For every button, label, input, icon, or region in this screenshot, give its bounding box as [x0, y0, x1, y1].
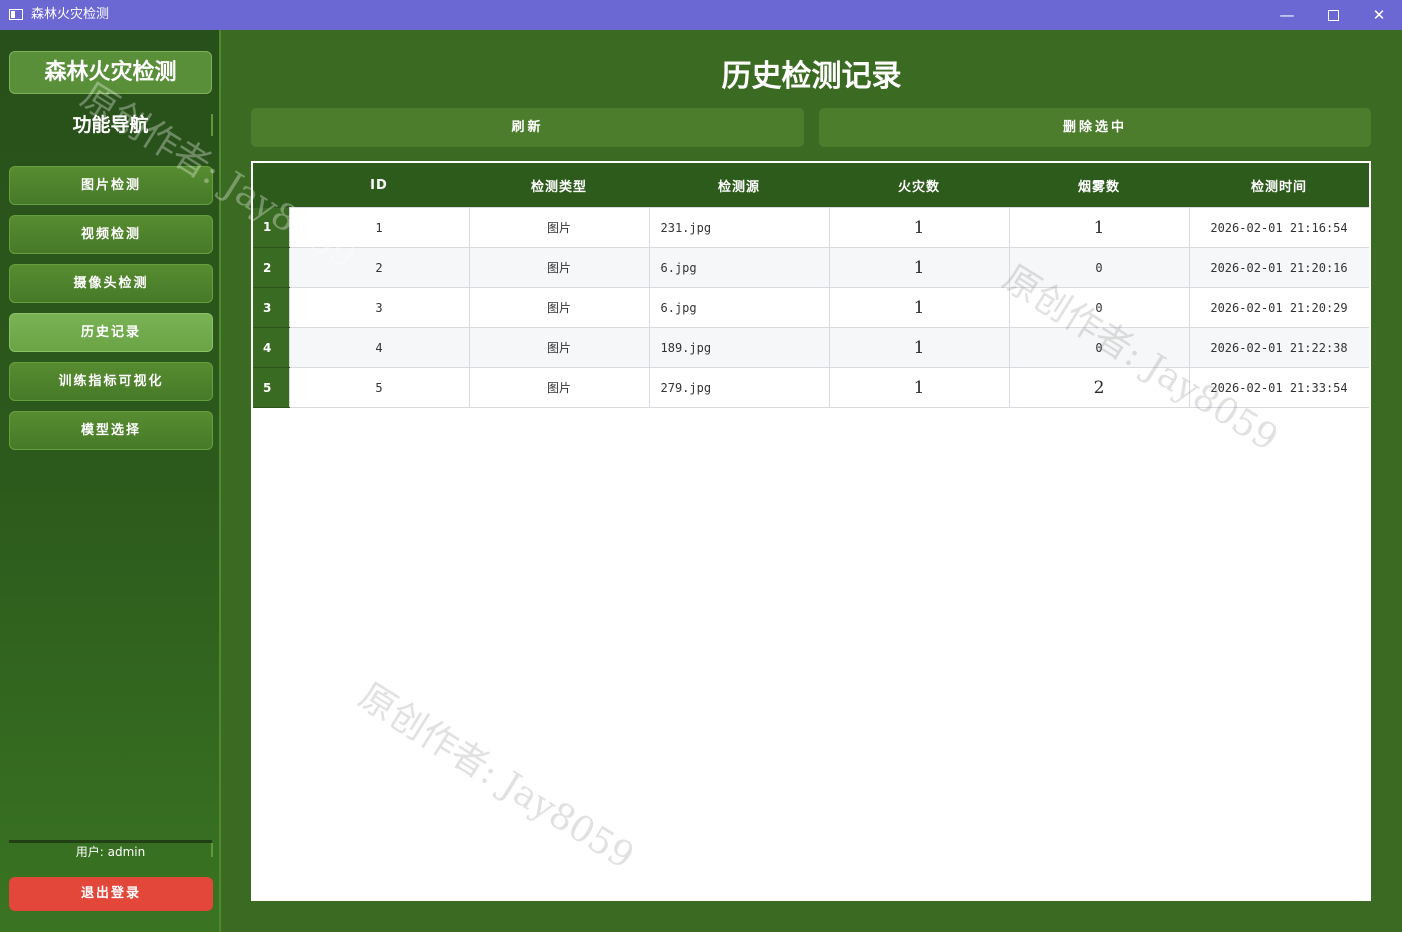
id-cell[interactable]: 3: [288, 287, 470, 328]
fire-count-cell[interactable]: 1: [828, 247, 1010, 288]
nav-image-detection-button[interactable]: 图片检测: [9, 166, 213, 205]
source-cell[interactable]: 6.jpg: [648, 287, 830, 328]
source-cell[interactable]: 189.jpg: [648, 327, 830, 368]
row-number[interactable]: 5: [253, 367, 289, 408]
table-row[interactable]: 1 1 图片 231.jpg 1 1 2026-02-01 21:16:54: [253, 207, 1369, 248]
fire-count-cell[interactable]: 1: [828, 207, 1010, 248]
time-cell[interactable]: 2026-02-01 21:22:38: [1188, 327, 1369, 368]
refresh-button[interactable]: 刷新: [251, 108, 804, 147]
column-header[interactable]: ID: [289, 163, 469, 208]
column-header[interactable]: 火灾数: [829, 163, 1009, 208]
time-cell[interactable]: 2026-02-01 21:20:16: [1188, 247, 1369, 288]
main-panel: 历史检测记录 刷新 删除选中 ID 检测类型 检测源 火灾数 烟雾数 检测时间: [221, 30, 1402, 932]
id-cell[interactable]: 4: [288, 327, 470, 368]
app-window: 森林火灾检测 — ✕ 森林火灾检测 功能导航 图片检测 视频检测 摄像头检测 历…: [0, 0, 1402, 932]
logout-button[interactable]: 退出登录: [9, 877, 213, 911]
window-title: 森林火灾检测: [31, 7, 110, 22]
source-cell[interactable]: 6.jpg: [648, 247, 830, 288]
page-title: 历史检测记录: [721, 59, 902, 94]
nav-training-metrics-button[interactable]: 训练指标可视化: [9, 362, 213, 401]
row-number-header: [253, 163, 289, 208]
fire-count-cell[interactable]: 1: [828, 367, 1010, 408]
id-cell[interactable]: 2: [288, 247, 470, 288]
nav-history-button[interactable]: 历史记录: [9, 313, 213, 352]
fire-count-cell[interactable]: 1: [828, 287, 1010, 328]
time-cell[interactable]: 2026-02-01 21:33:54: [1188, 367, 1369, 408]
smoke-count-cell[interactable]: 0: [1008, 327, 1190, 368]
row-number[interactable]: 4: [253, 327, 289, 368]
time-cell[interactable]: 2026-02-01 21:20:29: [1188, 287, 1369, 328]
history-table[interactable]: ID 检测类型 检测源 火灾数 烟雾数 检测时间 1 1 图片 231.jpg: [253, 163, 1369, 408]
title-bar[interactable]: 森林火灾检测 — ✕: [0, 0, 1402, 30]
smoke-count-cell[interactable]: 2: [1008, 367, 1190, 408]
source-cell[interactable]: 279.jpg: [648, 367, 830, 408]
app-window-icon: [9, 9, 23, 20]
id-cell[interactable]: 5: [288, 367, 470, 408]
close-button[interactable]: ✕: [1356, 0, 1402, 30]
maximize-button[interactable]: [1310, 0, 1356, 30]
row-number[interactable]: 1: [253, 207, 289, 248]
column-header[interactable]: 检测时间: [1189, 163, 1369, 208]
source-cell[interactable]: 231.jpg: [648, 207, 830, 248]
column-header[interactable]: 检测类型: [469, 163, 649, 208]
nav-title: 功能导航: [72, 114, 149, 136]
type-cell[interactable]: 图片: [468, 247, 650, 288]
table-header-row: ID 检测类型 检测源 火灾数 烟雾数 检测时间: [253, 163, 1369, 208]
fire-count-cell[interactable]: 1: [828, 327, 1010, 368]
column-header[interactable]: 检测源: [649, 163, 829, 208]
type-cell[interactable]: 图片: [468, 327, 650, 368]
row-number[interactable]: 3: [253, 287, 289, 328]
maximize-icon: [1327, 10, 1339, 21]
nav-title-divider: [211, 114, 213, 136]
smoke-count-cell[interactable]: 0: [1008, 287, 1190, 328]
user-label: 用户: admin: [75, 845, 146, 859]
type-cell[interactable]: 图片: [468, 367, 650, 408]
delete-selected-button[interactable]: 删除选中: [819, 108, 1371, 147]
table-row[interactable]: 2 2 图片 6.jpg 1 0 2026-02-01 21:20:16: [253, 247, 1369, 288]
type-cell[interactable]: 图片: [468, 287, 650, 328]
sidebar: 森林火灾检测 功能导航 图片检测 视频检测 摄像头检测 历史记录 训练指标可视化…: [0, 30, 221, 932]
smoke-count-cell[interactable]: 1: [1008, 207, 1190, 248]
nav-camera-detection-button[interactable]: 摄像头检测: [9, 264, 213, 303]
smoke-count-cell[interactable]: 0: [1008, 247, 1190, 288]
column-header[interactable]: 烟雾数: [1009, 163, 1189, 208]
table-row[interactable]: 3 3 图片 6.jpg 1 0 2026-02-01 21:20:29: [253, 287, 1369, 328]
row-number[interactable]: 2: [253, 247, 289, 288]
history-table-panel[interactable]: ID 检测类型 检测源 火灾数 烟雾数 检测时间 1 1 图片 231.jpg: [251, 161, 1371, 901]
nav-video-detection-button[interactable]: 视频检测: [9, 215, 213, 254]
minimize-button[interactable]: —: [1264, 0, 1310, 30]
table-row[interactable]: 5 5 图片 279.jpg 1 2 2026-02-01 21:33:54: [253, 367, 1369, 408]
type-cell[interactable]: 图片: [468, 207, 650, 248]
nav-model-select-button[interactable]: 模型选择: [9, 411, 213, 450]
id-cell[interactable]: 1: [288, 207, 470, 248]
app-title: 森林火灾检测: [9, 51, 212, 94]
time-cell[interactable]: 2026-02-01 21:16:54: [1188, 207, 1369, 248]
table-row[interactable]: 4 4 图片 189.jpg 1 0 2026-02-01 21:22:38: [253, 327, 1369, 368]
